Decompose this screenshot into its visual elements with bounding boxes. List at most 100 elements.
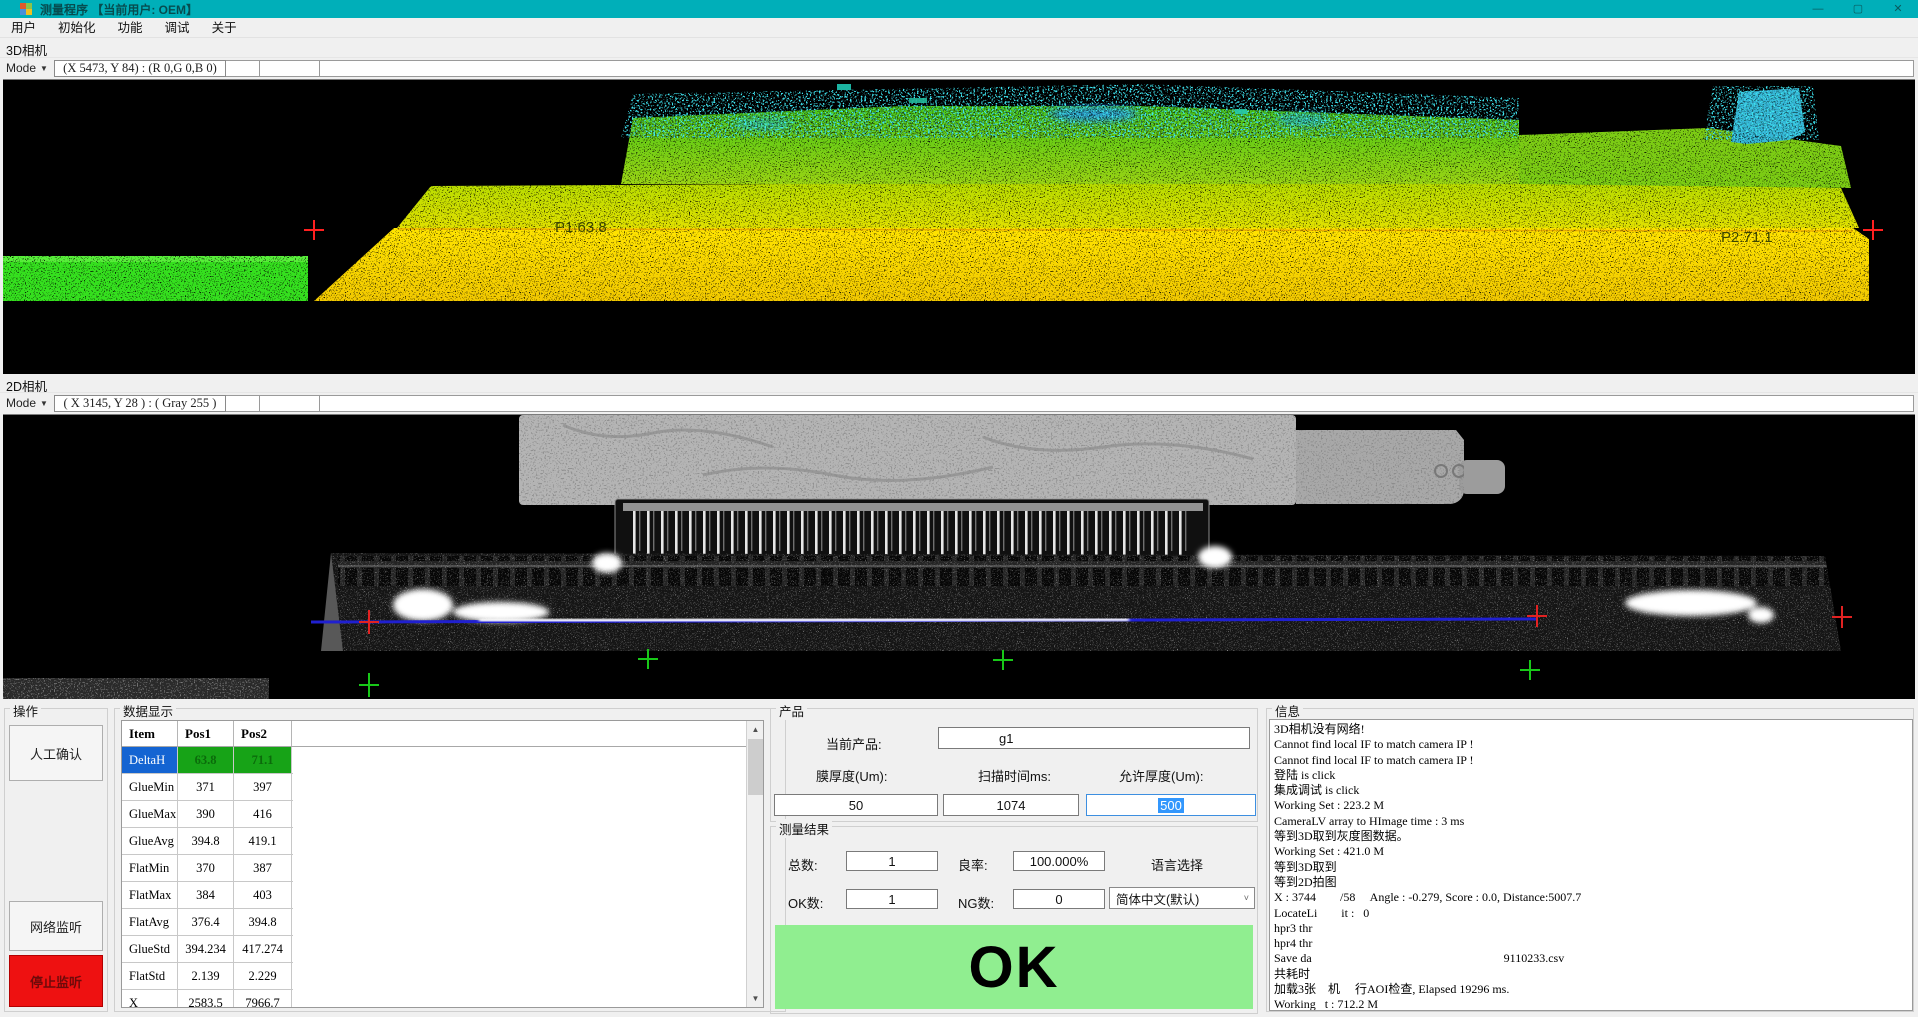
table-cell-pos2: 397 bbox=[234, 774, 292, 800]
network-listen-button[interactable]: 网络监听 bbox=[9, 901, 103, 951]
table-row[interactable]: GlueMin 371 397 bbox=[122, 774, 293, 801]
scroll-down-icon[interactable]: ▼ bbox=[747, 990, 764, 1007]
table-cell-pos1: 370 bbox=[178, 855, 234, 881]
table-cell-item: FlatMin bbox=[122, 855, 178, 881]
table-cell-item: GlueMin bbox=[122, 774, 178, 800]
mode-extra-box bbox=[260, 60, 320, 77]
table-cell-item: GlueAvg bbox=[122, 828, 178, 854]
chevron-down-icon: ▼ bbox=[40, 399, 48, 408]
title-bar: 测量程序 【当前用户: OEM】 — ▢ ✕ bbox=[0, 0, 1918, 18]
product-group: 产品 当前产品: g1 膜厚度(Um): 扫描时间ms: 允许厚度(Um): 5… bbox=[770, 708, 1258, 822]
table-cell-pos1: 2.139 bbox=[178, 963, 234, 989]
ok-count-label: OK数: bbox=[788, 893, 823, 912]
table-cell-item: GlueStd bbox=[122, 936, 178, 962]
table-scrollbar[interactable]: ▲ ▼ bbox=[746, 721, 763, 1007]
operation-group-label: 操作 bbox=[10, 701, 41, 720]
table-row[interactable]: GlueStd 394.234 417.274 bbox=[122, 936, 293, 963]
allow-thickness-field[interactable]: 500 bbox=[1086, 794, 1256, 816]
table-cell-item: GlueMax bbox=[122, 801, 178, 827]
table-header: Pos2 bbox=[234, 721, 292, 746]
menu-item[interactable]: 功能 bbox=[107, 18, 154, 38]
table-cell-pos2: 403 bbox=[234, 882, 292, 908]
table-row[interactable]: FlatMax 384 403 bbox=[122, 882, 293, 909]
language-selected-value: 简体中文(默认) bbox=[1116, 889, 1199, 908]
mode-label: Mode bbox=[6, 396, 36, 410]
scan-time-field[interactable]: 1074 bbox=[943, 794, 1079, 816]
table-cell-pos1: 2583.5 bbox=[178, 990, 234, 1008]
scroll-up-icon[interactable]: ▲ bbox=[747, 721, 764, 738]
close-button[interactable]: ✕ bbox=[1878, 0, 1918, 18]
table-cell-pos1: 371 bbox=[178, 774, 234, 800]
menu-bar: 用户初始化功能调试关于 bbox=[0, 18, 1918, 38]
table-cell-pos2: 71.1 bbox=[234, 747, 292, 773]
table-row[interactable]: X 2583.5 7966.7 bbox=[122, 990, 293, 1008]
log-line: Save da 9110233.csv bbox=[1274, 951, 1912, 966]
ok-count-field[interactable]: 1 bbox=[846, 889, 938, 909]
selected-text: 500 bbox=[1158, 798, 1184, 813]
log-line: 集成调试 is click bbox=[1274, 783, 1912, 798]
yield-label: 良率: bbox=[958, 855, 988, 874]
table-row[interactable]: FlatMin 370 387 bbox=[122, 855, 293, 882]
mode-extra-box bbox=[320, 395, 1914, 412]
mode-extra-box bbox=[226, 60, 260, 77]
table-cell-pos2: 7966.7 bbox=[234, 990, 292, 1008]
table-row[interactable]: FlatStd 2.139 2.229 bbox=[122, 963, 293, 990]
log-line: Working Set : 421.0 M bbox=[1274, 844, 1912, 859]
language-select[interactable]: 简体中文(默认) ˅ bbox=[1109, 887, 1255, 909]
stop-listen-button[interactable]: 停止监听 bbox=[9, 955, 103, 1007]
ng-count-field[interactable]: 0 bbox=[1013, 889, 1105, 909]
window-title: 测量程序 【当前用户: OEM】 bbox=[40, 1, 198, 18]
info-group: 信息 3D相机没有网络!Cannot find local IF to matc… bbox=[1266, 708, 1914, 1012]
results-group-label: 测量结果 bbox=[776, 819, 832, 838]
minimize-button[interactable]: — bbox=[1798, 0, 1838, 18]
total-field[interactable]: 1 bbox=[846, 851, 938, 871]
log-line: 共耗时 bbox=[1274, 967, 1912, 982]
camera3d-pointcloud: P1:63.8 P2:71.1 bbox=[3, 80, 1915, 374]
yield-field[interactable]: 100.000% bbox=[1013, 851, 1105, 871]
language-label: 语言选择 bbox=[1151, 855, 1203, 874]
data-display-group: 数据显示 Item Pos1 Pos2 DeltaH 63.8 71.1 Glu… bbox=[114, 708, 786, 1012]
chevron-down-icon: ▼ bbox=[40, 64, 48, 73]
table-row[interactable]: GlueAvg 394.8 419.1 bbox=[122, 828, 293, 855]
table-row[interactable]: FlatAvg 376.4 394.8 bbox=[122, 909, 293, 936]
camera2d-image-view[interactable] bbox=[3, 414, 1915, 699]
log-line: 等到3D取到灰度图数据。 bbox=[1274, 829, 1912, 844]
camera3d-mode-button[interactable]: Mode ▼ bbox=[0, 61, 54, 75]
scrollbar-thumb[interactable] bbox=[748, 739, 763, 795]
table-row[interactable]: DeltaH 63.8 71.1 bbox=[122, 747, 293, 774]
manual-confirm-button[interactable]: 人工确认 bbox=[9, 725, 103, 781]
table-cell-pos2: 2.229 bbox=[234, 963, 292, 989]
menu-item[interactable]: 初始化 bbox=[47, 18, 107, 38]
log-line: 加载3张 机 行AOI检查, Elapsed 19296 ms. bbox=[1274, 982, 1912, 997]
measurement-table[interactable]: Item Pos1 Pos2 DeltaH 63.8 71.1 GlueMin … bbox=[121, 720, 764, 1008]
mode-label: Mode bbox=[6, 61, 36, 75]
app-icon bbox=[20, 3, 32, 15]
table-cell-pos2: 394.8 bbox=[234, 909, 292, 935]
current-product-field[interactable]: g1 bbox=[938, 727, 1250, 749]
log-line: Cannot find local IF to match camera IP … bbox=[1274, 737, 1912, 752]
menu-item[interactable]: 关于 bbox=[201, 18, 248, 38]
log-line: hpr4 thr bbox=[1274, 936, 1912, 951]
film-thickness-label: 膜厚度(Um): bbox=[816, 766, 888, 785]
total-label: 总数: bbox=[788, 855, 818, 874]
table-cell-pos1: 63.8 bbox=[178, 747, 234, 773]
table-cell-pos1: 394.234 bbox=[178, 936, 234, 962]
film-thickness-field[interactable]: 50 bbox=[774, 794, 938, 816]
ng-count-label: NG数: bbox=[958, 893, 994, 912]
operation-group: 操作 人工确认 网络监听 停止监听 bbox=[4, 708, 108, 1012]
menu-item[interactable]: 用户 bbox=[0, 18, 47, 38]
camera2d-mode-button[interactable]: Mode ▼ bbox=[0, 396, 54, 410]
product-group-label: 产品 bbox=[776, 701, 807, 720]
scan-time-label: 扫描时间ms: bbox=[978, 766, 1051, 785]
table-cell-item: FlatStd bbox=[122, 963, 178, 989]
menu-item[interactable]: 调试 bbox=[154, 18, 201, 38]
table-row[interactable]: GlueMax 390 416 bbox=[122, 801, 293, 828]
log-area[interactable]: 3D相机没有网络!Cannot find local IF to match c… bbox=[1269, 719, 1913, 1011]
table-cell-pos2: 416 bbox=[234, 801, 292, 827]
table-cell-pos1: 394.8 bbox=[178, 828, 234, 854]
p1-annotation: P1:63.8 bbox=[555, 219, 607, 236]
maximize-button[interactable]: ▢ bbox=[1838, 0, 1878, 18]
mode-extra-box bbox=[320, 60, 1914, 77]
camera3d-image-view[interactable]: P1:63.8 P2:71.1 bbox=[3, 79, 1915, 374]
info-group-label: 信息 bbox=[1272, 701, 1303, 720]
